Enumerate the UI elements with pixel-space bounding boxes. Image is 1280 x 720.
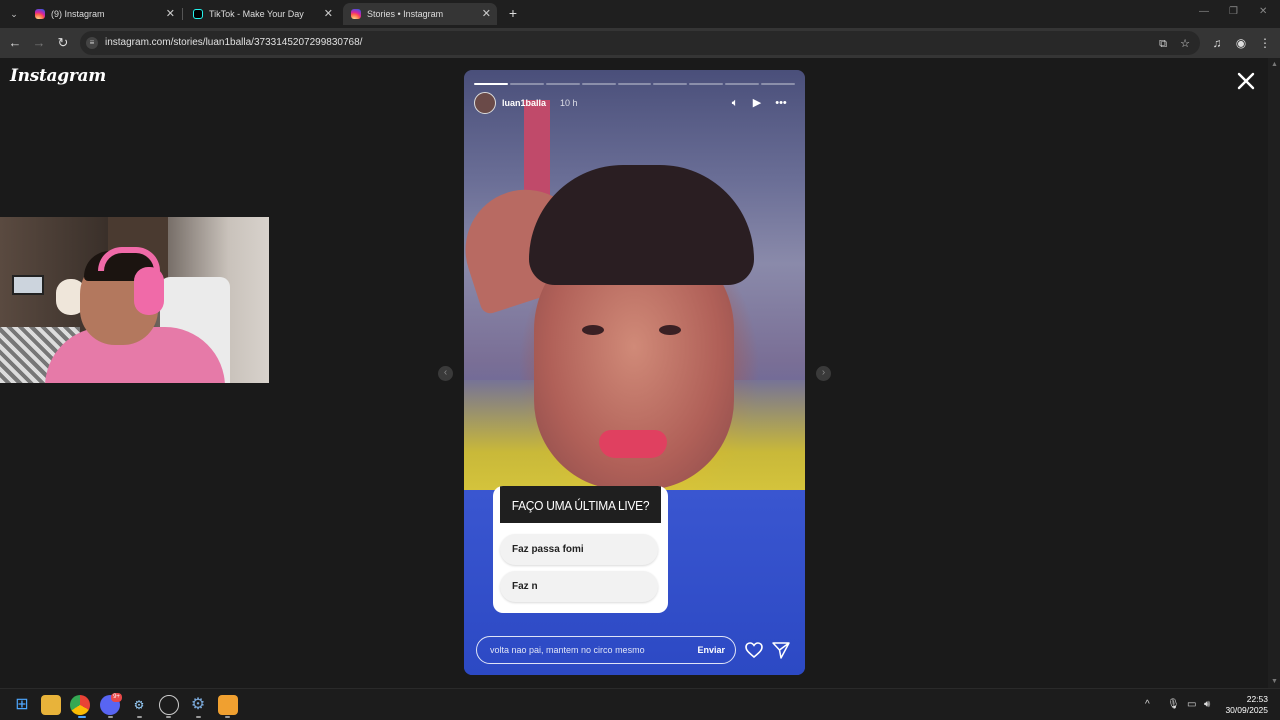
volume-icon[interactable]: 🔈︎: [727, 95, 743, 111]
minimize-icon[interactable]: —: [1199, 6, 1209, 17]
close-tab-icon[interactable]: ✕: [166, 7, 175, 20]
poll-option[interactable]: Faz passa fomi: [500, 534, 658, 565]
page-scrollbar[interactable]: ▲ ▼: [1268, 58, 1280, 688]
progress-segment: [761, 83, 796, 85]
stories-page: Instagram ‹ › luan1balla 10 h 🔈︎ ▶ ••• F…: [0, 58, 1268, 688]
previous-story-button[interactable]: ‹: [438, 366, 453, 381]
app-icon[interactable]: [218, 695, 238, 715]
tab-tiktok[interactable]: TikTok - Make Your Day ✕: [185, 3, 339, 25]
settings-gear-icon[interactable]: ⚙: [188, 695, 208, 715]
scroll-up-icon[interactable]: ▲: [1271, 61, 1278, 68]
forward-arrow-icon[interactable]: →: [30, 34, 48, 52]
new-tab-button[interactable]: +: [505, 5, 521, 21]
reply-text[interactable]: volta nao pai, mantem no circo mesmo: [490, 645, 645, 655]
close-stories-icon[interactable]: [1235, 70, 1257, 92]
menu-kebab-icon[interactable]: ⋮: [1257, 35, 1273, 51]
story-timestamp: 10 h: [560, 98, 578, 108]
tab-divider: [182, 8, 183, 20]
obs-icon[interactable]: [159, 695, 179, 715]
poll-option[interactable]: Faz n: [500, 571, 658, 602]
restore-icon[interactable]: ❐: [1229, 6, 1238, 17]
avatar[interactable]: [474, 92, 496, 114]
file-explorer-icon[interactable]: [41, 695, 61, 715]
tab-title: (9) Instagram: [51, 9, 105, 19]
tiktok-icon: [193, 9, 203, 19]
tab-strip: ⌄ (9) Instagram ✕ TikTok - Make Your Day…: [0, 0, 1280, 28]
chrome-icon[interactable]: [70, 695, 90, 715]
story-viewer[interactable]: luan1balla 10 h 🔈︎ ▶ ••• FAÇO UMA ÚLTIMA…: [464, 70, 805, 675]
close-tab-icon[interactable]: ✕: [324, 7, 333, 20]
windows-start-icon[interactable]: ⊞: [12, 695, 32, 715]
system-clock[interactable]: 22:53 30/09/2025: [1225, 694, 1268, 716]
progress-segment: [509, 83, 544, 85]
scroll-down-icon[interactable]: ▼: [1271, 678, 1278, 685]
windows-taskbar: ⊞ 9+ ⚙︎ ⚙ ^ 🎙︎ ▭ 🔊︎ 22:53 30/09/2025: [0, 688, 1280, 720]
back-arrow-icon[interactable]: ←: [6, 34, 24, 52]
instagram-icon: [35, 9, 45, 19]
progress-fill: [474, 83, 508, 85]
close-tab-icon[interactable]: ✕: [482, 7, 491, 20]
microphone-icon[interactable]: 🎙︎: [1167, 699, 1180, 710]
progress-segment: [581, 83, 616, 85]
media-controls-icon[interactable]: ♫: [1209, 35, 1225, 51]
clock-date: 30/09/2025: [1225, 705, 1268, 715]
webcam-overlay: [0, 217, 269, 383]
reload-icon[interactable]: ↻: [54, 34, 72, 52]
instagram-logo[interactable]: Instagram: [10, 66, 106, 86]
tab-title: Stories • Instagram: [367, 9, 444, 19]
story-username[interactable]: luan1balla: [502, 98, 546, 108]
tab-search-chevron-icon[interactable]: ⌄: [4, 4, 24, 24]
progress-segment: [545, 83, 580, 85]
clock-time: 22:53: [1246, 694, 1268, 704]
network-icon[interactable]: ▭: [1187, 699, 1196, 710]
steam-icon[interactable]: ⚙︎: [129, 695, 149, 715]
url-text[interactable]: instagram.com/stories/luan1balla/3733145…: [105, 37, 362, 48]
instagram-icon: [351, 9, 361, 19]
play-icon[interactable]: ▶: [749, 95, 765, 111]
more-options-icon[interactable]: •••: [773, 95, 789, 111]
next-story-button[interactable]: ›: [816, 366, 831, 381]
browser-toolbar: ← → ↻ ≡ instagram.com/stories/luan1balla…: [0, 28, 1280, 58]
progress-segment: [725, 83, 760, 85]
show-hidden-icons-chevron[interactable]: ^: [1145, 699, 1150, 710]
site-info-icon[interactable]: ≡: [86, 37, 98, 49]
address-bar[interactable]: ≡ instagram.com/stories/luan1balla/37331…: [80, 31, 1200, 55]
poll-sticker: FAÇO UMA ÚLTIMA LIVE? Faz passa fomi Faz…: [493, 486, 668, 613]
speaker-icon[interactable]: 🔊︎: [1204, 699, 1210, 710]
share-send-icon[interactable]: [771, 640, 791, 660]
profile-icon[interactable]: ◉: [1233, 35, 1249, 51]
heart-icon[interactable]: [744, 640, 764, 660]
reply-input[interactable]: volta nao pai, mantem no circo mesmo Env…: [476, 636, 736, 664]
tab-title: TikTok - Make Your Day: [209, 9, 304, 19]
tab-instagram[interactable]: (9) Instagram ✕: [27, 3, 181, 25]
install-app-icon[interactable]: ⧉: [1156, 37, 1170, 51]
send-button[interactable]: Enviar: [697, 645, 725, 655]
progress-segment: [689, 83, 724, 85]
bookmark-star-icon[interactable]: ☆: [1178, 37, 1192, 51]
discord-badge: 9+: [111, 693, 122, 702]
story-progress-bar: [474, 83, 796, 85]
story-header: luan1balla 10 h 🔈︎ ▶ •••: [474, 92, 795, 114]
tab-stories[interactable]: Stories • Instagram ✕: [343, 3, 497, 25]
progress-segment: [653, 83, 688, 85]
poll-question: FAÇO UMA ÚLTIMA LIVE?: [500, 486, 661, 523]
window-close-icon[interactable]: ✕: [1259, 6, 1267, 17]
progress-segment: [617, 83, 652, 85]
progress-segment: [474, 83, 508, 85]
